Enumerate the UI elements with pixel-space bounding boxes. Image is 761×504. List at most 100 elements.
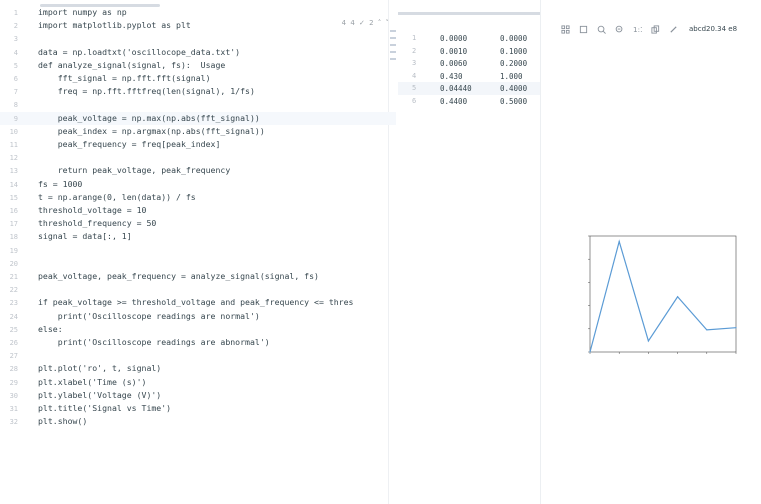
code-text: signal = data[:, 1] — [38, 231, 132, 242]
line-number: 21 — [9, 273, 18, 281]
code-line[interactable]: 31 plt.title('Signal vs Time') — [0, 402, 396, 415]
code-text: import matplotlib.pyplot as plt — [38, 20, 191, 31]
line-number: 9 — [13, 114, 18, 123]
line-chart — [588, 235, 737, 354]
code-line[interactable]: 3 — [0, 32, 396, 45]
line-number: 24 — [9, 312, 18, 321]
data-point — [589, 351, 591, 353]
code-line[interactable]: 16 threshold_voltage = 10 — [0, 204, 396, 217]
line-number: 11 — [9, 141, 18, 149]
value-col-2: 0.0000 — [500, 34, 528, 43]
value-col-1: 0.430 — [440, 71, 463, 81]
data-point — [647, 340, 649, 342]
svg-text:1:1: 1:1 — [633, 25, 642, 34]
fit-icon[interactable] — [579, 25, 588, 34]
code-text: peak_index = np.argmax(np.abs(fft_signal… — [38, 125, 265, 136]
code-line[interactable]: 12 — [0, 151, 396, 164]
value-col-2: 1.000 — [500, 71, 523, 81]
line-number: 1 — [13, 9, 18, 17]
code-line[interactable]: 25 else: — [0, 323, 396, 336]
code-text: plt.ylabel('Voltage (V)') — [38, 389, 162, 400]
code-editor[interactable]: 4 4 ✓ 2 ˄ ˅ 1 import numpy as np 2 import m… — [0, 0, 399, 504]
row-index: 2 — [412, 46, 417, 55]
code-line[interactable]: 17 threshold_frequency = 50 — [0, 217, 396, 230]
value-col-2: 0.2000 — [500, 59, 528, 68]
output-row[interactable]: 6 0.4400 0.5000 — [398, 95, 540, 108]
line-number: 8 — [13, 101, 18, 110]
output-row[interactable]: 5 0.04440 0.4000 — [398, 82, 540, 95]
row-index: 5 — [412, 84, 417, 92]
code-line[interactable]: 14 fs = 1000 — [0, 178, 396, 191]
code-line[interactable]: 23 if peak_voltage >= threshold_voltage a… — [0, 296, 396, 309]
output-row[interactable]: 2 0.0010 0.1000 — [398, 45, 540, 58]
code-line[interactable]: 1 import numpy as np — [0, 6, 396, 19]
code-text: return peak_voltage, peak_frequency — [38, 165, 231, 176]
code-line[interactable]: 19 — [0, 244, 396, 257]
code-text: print('Oscillosсope readings are normal'… — [38, 310, 260, 321]
code-text: plt.plot('ro', t, signal) — [38, 363, 162, 374]
code-line[interactable]: 10 peak_index = np.argmax(np.abs(fft_sig… — [0, 125, 396, 138]
code-line[interactable]: 30 plt.ylabel('Voltage (V)') — [0, 389, 396, 402]
output-row[interactable]: 1 0.0000 0.0000 — [398, 32, 540, 45]
value-col-1: 0.0010 — [440, 46, 468, 56]
code-text: import numpy as np — [38, 7, 127, 17]
value-col-2: 0.5000 — [500, 96, 528, 106]
zoom-out-icon[interactable] — [615, 25, 624, 34]
code-line[interactable]: 15 t = np.arange(0, len(data)) / fs — [0, 191, 396, 204]
copy-icon[interactable] — [651, 24, 660, 34]
zoom-in-icon[interactable] — [597, 25, 606, 34]
output-row[interactable]: 3 0.0060 0.2000 — [398, 57, 540, 70]
grid-icon[interactable] — [561, 24, 570, 34]
line-number: 20 — [9, 259, 18, 268]
data-point — [618, 240, 620, 243]
line-number: 13 — [9, 167, 18, 176]
code-text: freq = np.fft.fftfreq(len(signal), 1/fs) — [38, 86, 255, 97]
code-line[interactable]: 9 peak_voltage = np.max(np.abs(fft_signa… — [0, 111, 396, 125]
value-col-2: 0.4000 — [500, 84, 528, 93]
code-text: threshold_frequency = 50 — [38, 218, 157, 229]
plot-axes-frame — [589, 235, 737, 353]
line-number: 19 — [9, 246, 18, 255]
code-line[interactable]: 8 — [0, 98, 396, 111]
line-number: 30 — [9, 391, 18, 400]
line-number: 17 — [9, 220, 18, 229]
code-text: peak_voltage = np.max(np.abs(fft_signal)… — [38, 112, 260, 123]
code-line[interactable]: 13 return peak_voltage, peak_frequency — [0, 164, 396, 177]
code-line[interactable]: 18 signal = data[:, 1] — [0, 230, 396, 243]
code-line[interactable]: 24 print('Oscillosсope readings are norm… — [0, 310, 396, 323]
code-text: t = np.arange(0, len(data)) / fs — [38, 191, 196, 202]
line-number: 29 — [9, 378, 18, 387]
code-text: plt.title('Signal vs Time') — [38, 403, 172, 413]
code-text: plt.show() — [38, 416, 88, 427]
code-line[interactable]: 4 data = np.loadtxt('oscillocope_data.txt… — [0, 46, 396, 59]
code-line[interactable]: 2 import matplotlib.pyplot as plt — [0, 19, 396, 32]
plot-toolbar: 1:1 abcd20.34 e8 — [561, 22, 737, 36]
line-number: 22 — [9, 286, 18, 295]
output-row[interactable]: 4 0.430 1.000 — [398, 70, 540, 83]
code-line[interactable]: 28 plt.plot('ro', t, signal) — [0, 362, 396, 375]
line-number: 2 — [13, 22, 18, 31]
code-line[interactable]: 20 — [0, 257, 396, 270]
eyedropper-icon[interactable] — [669, 25, 678, 34]
row-index: 6 — [412, 96, 417, 105]
code-line[interactable]: 26 print('Oscilloscope readings are abno… — [0, 336, 396, 349]
code-line[interactable]: 29 plt.xlabel('Time (s)') — [0, 376, 396, 389]
output-tab-strip — [398, 12, 540, 15]
code-line[interactable]: 22 — [0, 283, 396, 296]
output-panel: 1 0.0000 0.0000 2 0.0010 0.1000 3 0.0060 0.2000 4… — [398, 0, 540, 504]
code-line[interactable]: 11 peak_frequency = freq[peak_index] — [0, 138, 396, 151]
plot-figure — [568, 224, 746, 374]
code-line[interactable]: 32 plt.show() — [0, 415, 396, 428]
code-text: fs = 1000 — [38, 178, 83, 189]
actual-size-icon[interactable]: 1:1 — [633, 25, 642, 34]
code-line[interactable]: 5 def analyze_signal(signal, fs): Usage — [0, 59, 396, 72]
line-number: 12 — [9, 154, 18, 163]
code-text: if peak_voltage >= threshold_voltage and… — [38, 297, 354, 308]
row-index: 3 — [412, 59, 417, 67]
code-line[interactable]: 27 — [0, 349, 396, 362]
code-line[interactable]: 7 freq = np.fft.fftfreq(len(signal), 1/f… — [0, 85, 396, 98]
code-line[interactable]: 6 fft_signal = np.fft.fft(signal) — [0, 72, 396, 85]
line-number: 31 — [9, 405, 18, 413]
code-line[interactable]: 21 peak_voltage, peak_frequency = analyze… — [0, 270, 396, 283]
line-number: 23 — [9, 299, 18, 308]
